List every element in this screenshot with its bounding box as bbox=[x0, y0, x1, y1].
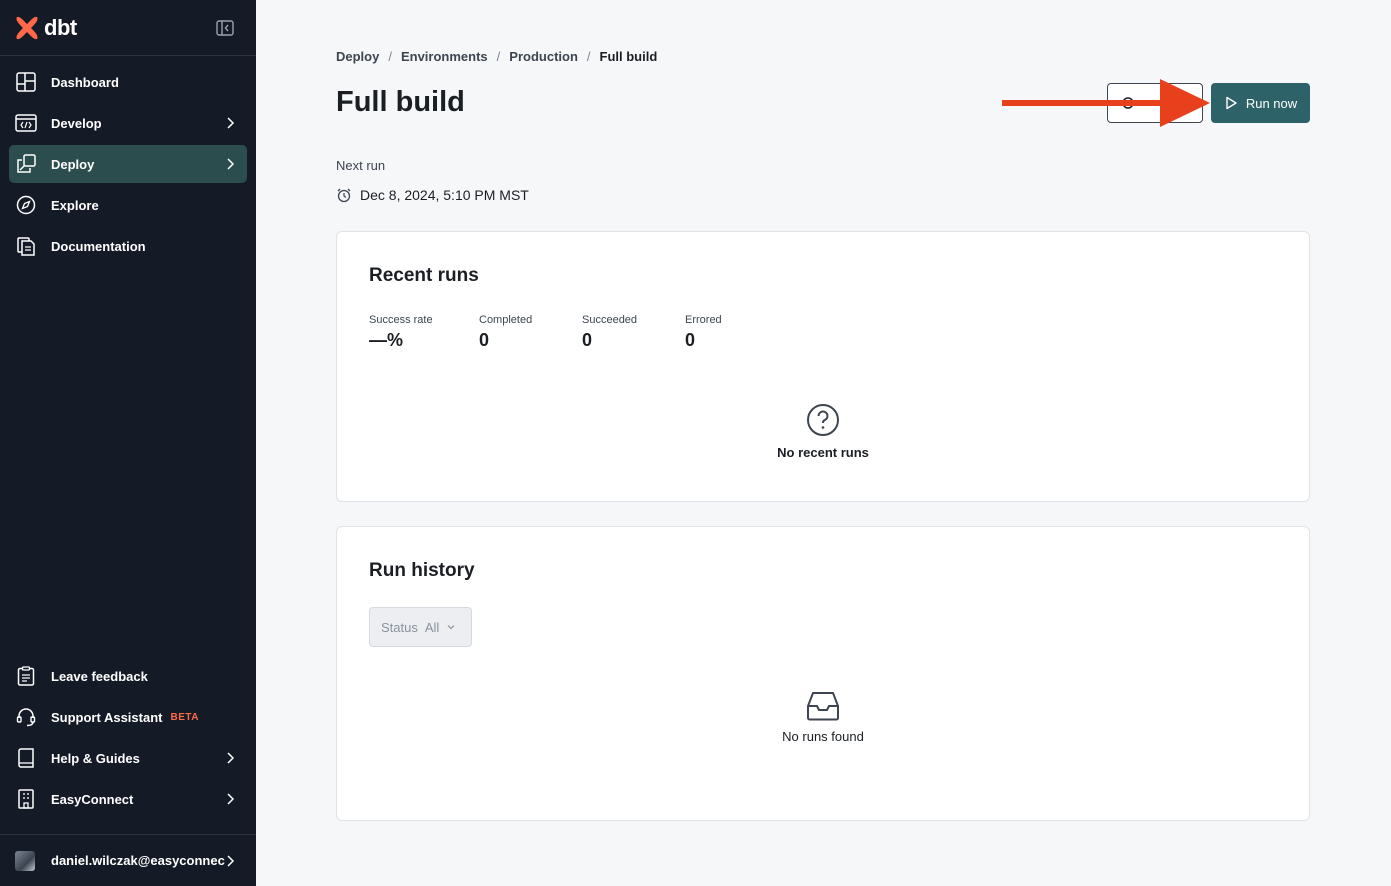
stat-value: 0 bbox=[685, 330, 696, 350]
inbox-icon bbox=[807, 692, 839, 721]
sidebar-item-deploy[interactable]: Deploy bbox=[9, 145, 247, 183]
collapse-sidebar-icon[interactable] bbox=[216, 19, 234, 36]
chevron-right-icon bbox=[227, 117, 235, 129]
dbt-logo-icon bbox=[16, 16, 38, 39]
stat-label: Succeeded bbox=[582, 314, 638, 326]
next-run-label: Next run bbox=[336, 158, 386, 173]
sidebar-item-explore[interactable]: Explore bbox=[9, 186, 247, 224]
sidebar-item-label: EasyConnect bbox=[51, 791, 134, 807]
stat-completed: Completed 0 bbox=[479, 314, 582, 351]
filter-label: Status bbox=[381, 619, 418, 635]
recent-runs-empty-state: No recent runs bbox=[337, 403, 1309, 460]
chevron-right-icon bbox=[227, 752, 235, 764]
stat-value: 0 bbox=[479, 330, 490, 350]
sidebar-item-leave-feedback[interactable]: Leave feedback bbox=[9, 657, 247, 695]
main-content: Deploy / Environments / Production / Ful… bbox=[256, 0, 1391, 886]
breadcrumb-separator: / bbox=[586, 49, 591, 64]
chevron-right-icon bbox=[227, 158, 235, 170]
sidebar-item-label: Develop bbox=[51, 115, 102, 131]
breadcrumb-production[interactable]: Production bbox=[509, 49, 578, 64]
page-title: Full build bbox=[336, 86, 465, 118]
stat-success-rate: Success rate —% bbox=[369, 314, 479, 351]
next-run-datetime: Dec 8, 2024, 5:10 PM MST bbox=[360, 187, 529, 203]
run-history-empty-state: No runs found bbox=[337, 691, 1309, 744]
sidebar-item-help-guides[interactable]: Help & Guides bbox=[9, 739, 247, 777]
run-stats: Success rate —% Completed 0 Succeeded 0 … bbox=[369, 314, 785, 351]
code-file-icon bbox=[15, 112, 37, 134]
stat-label: Completed bbox=[479, 314, 533, 326]
breadcrumb: Deploy / Environments / Production / Ful… bbox=[336, 49, 657, 64]
breadcrumb-separator: / bbox=[388, 49, 392, 64]
stat-succeeded: Succeeded 0 bbox=[582, 314, 685, 351]
compass-icon bbox=[15, 194, 37, 216]
sidebar-item-label: Support Assistant bbox=[51, 709, 163, 725]
alarm-clock-icon bbox=[337, 188, 351, 203]
status-filter-select[interactable]: Status All bbox=[369, 607, 472, 647]
building-icon bbox=[15, 788, 37, 810]
empty-state-text: No recent runs bbox=[777, 445, 869, 460]
question-circle-icon bbox=[807, 404, 839, 436]
breadcrumb-separator: / bbox=[496, 49, 501, 64]
sidebar-item-develop[interactable]: Develop bbox=[9, 104, 247, 142]
stat-errored: Errored 0 bbox=[685, 314, 785, 351]
app-name: dbt bbox=[44, 14, 77, 40]
clipboard-icon bbox=[15, 665, 37, 687]
dashboard-icon bbox=[15, 71, 37, 93]
run-history-title: Run history bbox=[369, 560, 475, 581]
book-icon bbox=[15, 747, 37, 769]
sidebar-item-label: Documentation bbox=[51, 238, 146, 254]
sidebar-item-account[interactable]: EasyConnect bbox=[9, 780, 247, 818]
stat-label: Success rate bbox=[369, 314, 433, 326]
logo-row: dbt bbox=[0, 0, 256, 56]
sidebar: dbt Dashboard Develop Deploy Explore Doc… bbox=[0, 0, 256, 886]
headset-icon bbox=[15, 706, 37, 728]
bottom-nav: Leave feedback Support Assistant BETA He… bbox=[0, 654, 256, 821]
breadcrumb-deploy[interactable]: Deploy bbox=[336, 49, 379, 64]
main-nav: Dashboard Develop Deploy Explore Documen… bbox=[0, 56, 256, 265]
sidebar-item-support-assistant[interactable]: Support Assistant BETA bbox=[9, 698, 247, 736]
sidebar-item-dashboard[interactable]: Dashboard bbox=[9, 63, 247, 101]
documents-icon bbox=[15, 235, 37, 257]
sidebar-item-label: Help & Guides bbox=[51, 750, 140, 766]
dbt-logo[interactable]: dbt bbox=[14, 15, 77, 41]
run-now-label: Run now bbox=[1245, 95, 1298, 111]
next-run-value: Dec 8, 2024, 5:10 PM MST bbox=[336, 187, 529, 203]
chevron-right-icon bbox=[227, 855, 235, 867]
filter-value: All bbox=[424, 619, 440, 635]
breadcrumb-current: Full build bbox=[599, 49, 658, 64]
chevron-right-icon bbox=[227, 793, 235, 805]
sidebar-item-label: Leave feedback bbox=[51, 668, 148, 684]
beta-badge: BETA bbox=[170, 711, 199, 723]
user-email: daniel.wilczak@easyconnec bbox=[51, 853, 225, 868]
stat-label: Errored bbox=[685, 314, 722, 326]
sidebar-item-label: Dashboard bbox=[51, 74, 119, 90]
stat-value: 0 bbox=[582, 330, 593, 350]
recent-runs-card: Recent runs Success rate —% Completed 0 … bbox=[336, 231, 1310, 502]
sidebar-item-label: Explore bbox=[51, 197, 99, 213]
chevron-down-icon bbox=[447, 625, 455, 630]
play-icon bbox=[1226, 96, 1237, 110]
avatar bbox=[15, 850, 35, 871]
sidebar-item-documentation[interactable]: Documentation bbox=[9, 227, 247, 265]
breadcrumb-environments[interactable]: Environments bbox=[401, 49, 488, 64]
sidebar-item-label: Deploy bbox=[51, 156, 95, 172]
deploy-icon bbox=[15, 153, 37, 175]
run-history-card: Run history Status All No runs found bbox=[336, 526, 1310, 821]
empty-state-text: No runs found bbox=[782, 729, 864, 744]
annotation-arrow-icon bbox=[1002, 79, 1210, 127]
user-menu[interactable]: daniel.wilczak@easyconnec bbox=[0, 834, 256, 886]
recent-runs-title: Recent runs bbox=[369, 265, 479, 286]
run-now-button[interactable]: Run now bbox=[1211, 83, 1310, 123]
stat-value: —% bbox=[369, 330, 404, 350]
